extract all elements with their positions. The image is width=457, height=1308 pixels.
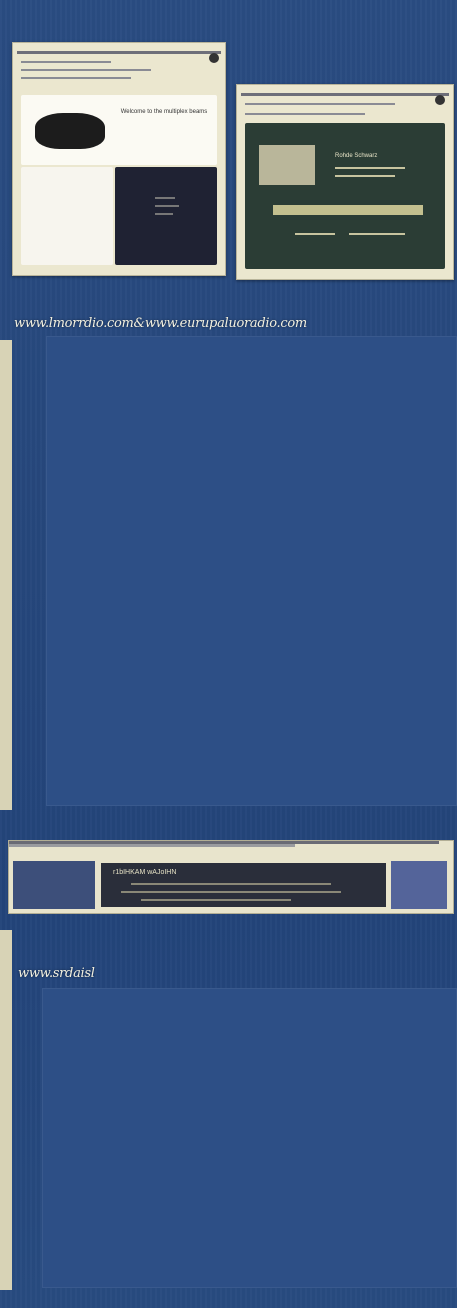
text-line <box>295 233 335 235</box>
text-line <box>121 891 341 893</box>
page-header-area: Welcome to the multiplex beams <box>21 95 217 165</box>
title-bar <box>17 51 221 54</box>
toolbar <box>21 69 151 71</box>
page-headline: Welcome to the multiplex beams <box>120 109 208 115</box>
page-headline: Rohde Schwarz <box>335 153 378 159</box>
screenshot-thumbnail-left[interactable]: Welcome to the multiplex beams <box>12 42 226 276</box>
screenshot-strip[interactable]: r1bIHKAM wAJoIHN <box>8 840 454 914</box>
content-panel-dark <box>115 167 217 265</box>
address-bar <box>21 77 131 79</box>
page-image <box>259 145 315 185</box>
right-panel <box>391 861 447 909</box>
banner <box>273 205 423 215</box>
text-line <box>141 899 291 901</box>
toolbar <box>245 103 395 105</box>
main-content-area: r1bIHKAM wAJoIHN <box>101 863 386 907</box>
url-caption-top: www.lmorrdio.com&www.eurupaluoradio.com <box>14 316 307 331</box>
device-image <box>35 113 105 149</box>
menu-bar <box>21 61 111 63</box>
text-line <box>155 205 179 207</box>
tab-bar <box>9 844 295 847</box>
url-caption-bottom: www.srdaisl <box>18 966 95 981</box>
text-line <box>155 213 173 215</box>
text-line <box>155 197 175 199</box>
text-line <box>349 233 405 235</box>
content-panel-light <box>21 167 113 265</box>
title-bar <box>241 93 449 96</box>
address-bar <box>245 113 365 115</box>
strip-title: r1bIHKAM wAJoIHN <box>113 869 177 876</box>
page-edge <box>0 930 12 1290</box>
blank-content-panel-lower <box>42 988 457 1288</box>
text-line <box>335 167 405 169</box>
logo-icon <box>209 53 219 63</box>
blank-content-panel <box>46 336 457 806</box>
page-edge <box>0 340 12 810</box>
page-content-dark: Rohde Schwarz <box>245 123 445 269</box>
text-line <box>335 175 395 177</box>
logo-icon <box>435 95 445 105</box>
text-line <box>131 883 331 885</box>
sidebar-panel <box>13 861 95 909</box>
screenshot-thumbnail-right[interactable]: Rohde Schwarz <box>236 84 454 280</box>
